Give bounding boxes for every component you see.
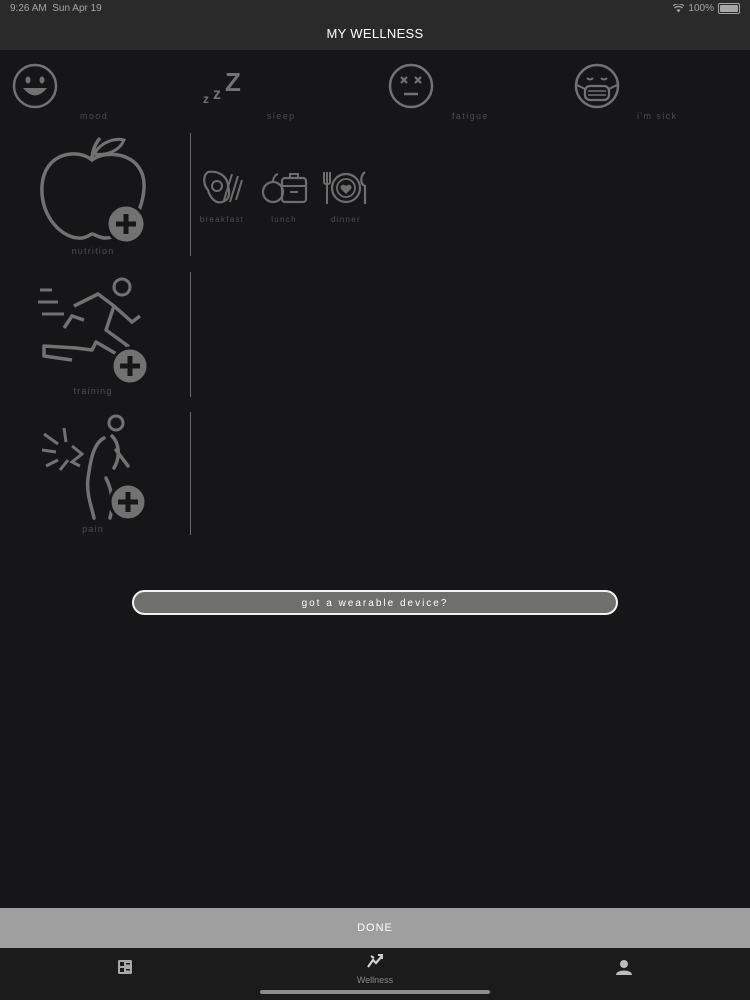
dashboard-icon	[118, 960, 132, 974]
svg-text:Z: Z	[225, 67, 241, 97]
training-divider	[190, 272, 191, 397]
tab-profile[interactable]	[584, 959, 664, 980]
quick-log-label: i'm sick	[637, 111, 678, 121]
add-nutrition-button[interactable]	[38, 134, 150, 251]
quick-log-sleep[interactable]: z z Z sleep	[187, 63, 374, 123]
apple-add-icon	[40, 136, 147, 245]
navigation-bar: MY WELLNESS	[0, 18, 750, 50]
status-time-date: 9:26 AM Sun Apr 19	[10, 3, 102, 14]
quick-log-fatigue[interactable]: fatigue	[374, 63, 561, 123]
pain-divider	[190, 412, 191, 535]
add-pain-button[interactable]	[41, 414, 152, 529]
svg-text:z: z	[203, 92, 209, 106]
training-label: training	[73, 386, 113, 396]
tab-dashboard[interactable]	[85, 960, 165, 979]
wellness-icon	[367, 954, 383, 968]
nutrition-divider	[190, 133, 191, 256]
meal-label: breakfast	[199, 215, 245, 224]
pain-label: pain	[82, 524, 104, 534]
quick-log-sick[interactable]: i'm sick	[561, 63, 748, 123]
smile-face-icon	[12, 63, 58, 109]
meal-label: dinner	[330, 215, 362, 224]
runner-add-icon	[38, 277, 150, 386]
quick-log-mood[interactable]: mood	[0, 63, 187, 123]
meal-label: lunch	[271, 215, 297, 224]
person-icon	[616, 960, 632, 975]
battery-percent: 100%	[688, 3, 714, 14]
meal-lunch[interactable]: lunch	[259, 168, 309, 224]
svg-text:z: z	[213, 86, 221, 103]
meal-breakfast[interactable]: breakfast	[197, 168, 247, 224]
nutrition-label: nutrition	[71, 246, 115, 256]
wifi-icon	[673, 4, 685, 13]
dinner-plate-icon	[323, 171, 367, 204]
mask-face-icon	[574, 63, 620, 109]
zzz-icon: z z Z	[203, 67, 241, 106]
status-bar: 9:26 AM Sun Apr 19 100%	[0, 0, 750, 18]
page-title: MY WELLNESS	[326, 26, 424, 41]
meal-dinner[interactable]: dinner	[321, 168, 371, 224]
dizzy-face-icon	[388, 63, 434, 109]
add-training-button[interactable]	[36, 276, 152, 391]
tab-wellness-label: Wellness	[356, 975, 394, 985]
wearable-device-button[interactable]: got a wearable device?	[132, 590, 618, 615]
quick-log-label: mood	[80, 111, 109, 121]
breakfast-icon	[203, 170, 243, 204]
lunchbox-icon	[261, 173, 308, 204]
pain-body-add-icon	[41, 414, 148, 522]
quick-log-label: sleep	[267, 111, 296, 121]
home-indicator	[260, 990, 490, 994]
quick-log-label: fatigue	[452, 111, 489, 121]
tab-wellness[interactable]: Wellness	[335, 953, 415, 985]
done-button[interactable]: DONE	[0, 908, 750, 948]
status-right: 100%	[673, 3, 740, 14]
battery-icon	[718, 3, 740, 14]
